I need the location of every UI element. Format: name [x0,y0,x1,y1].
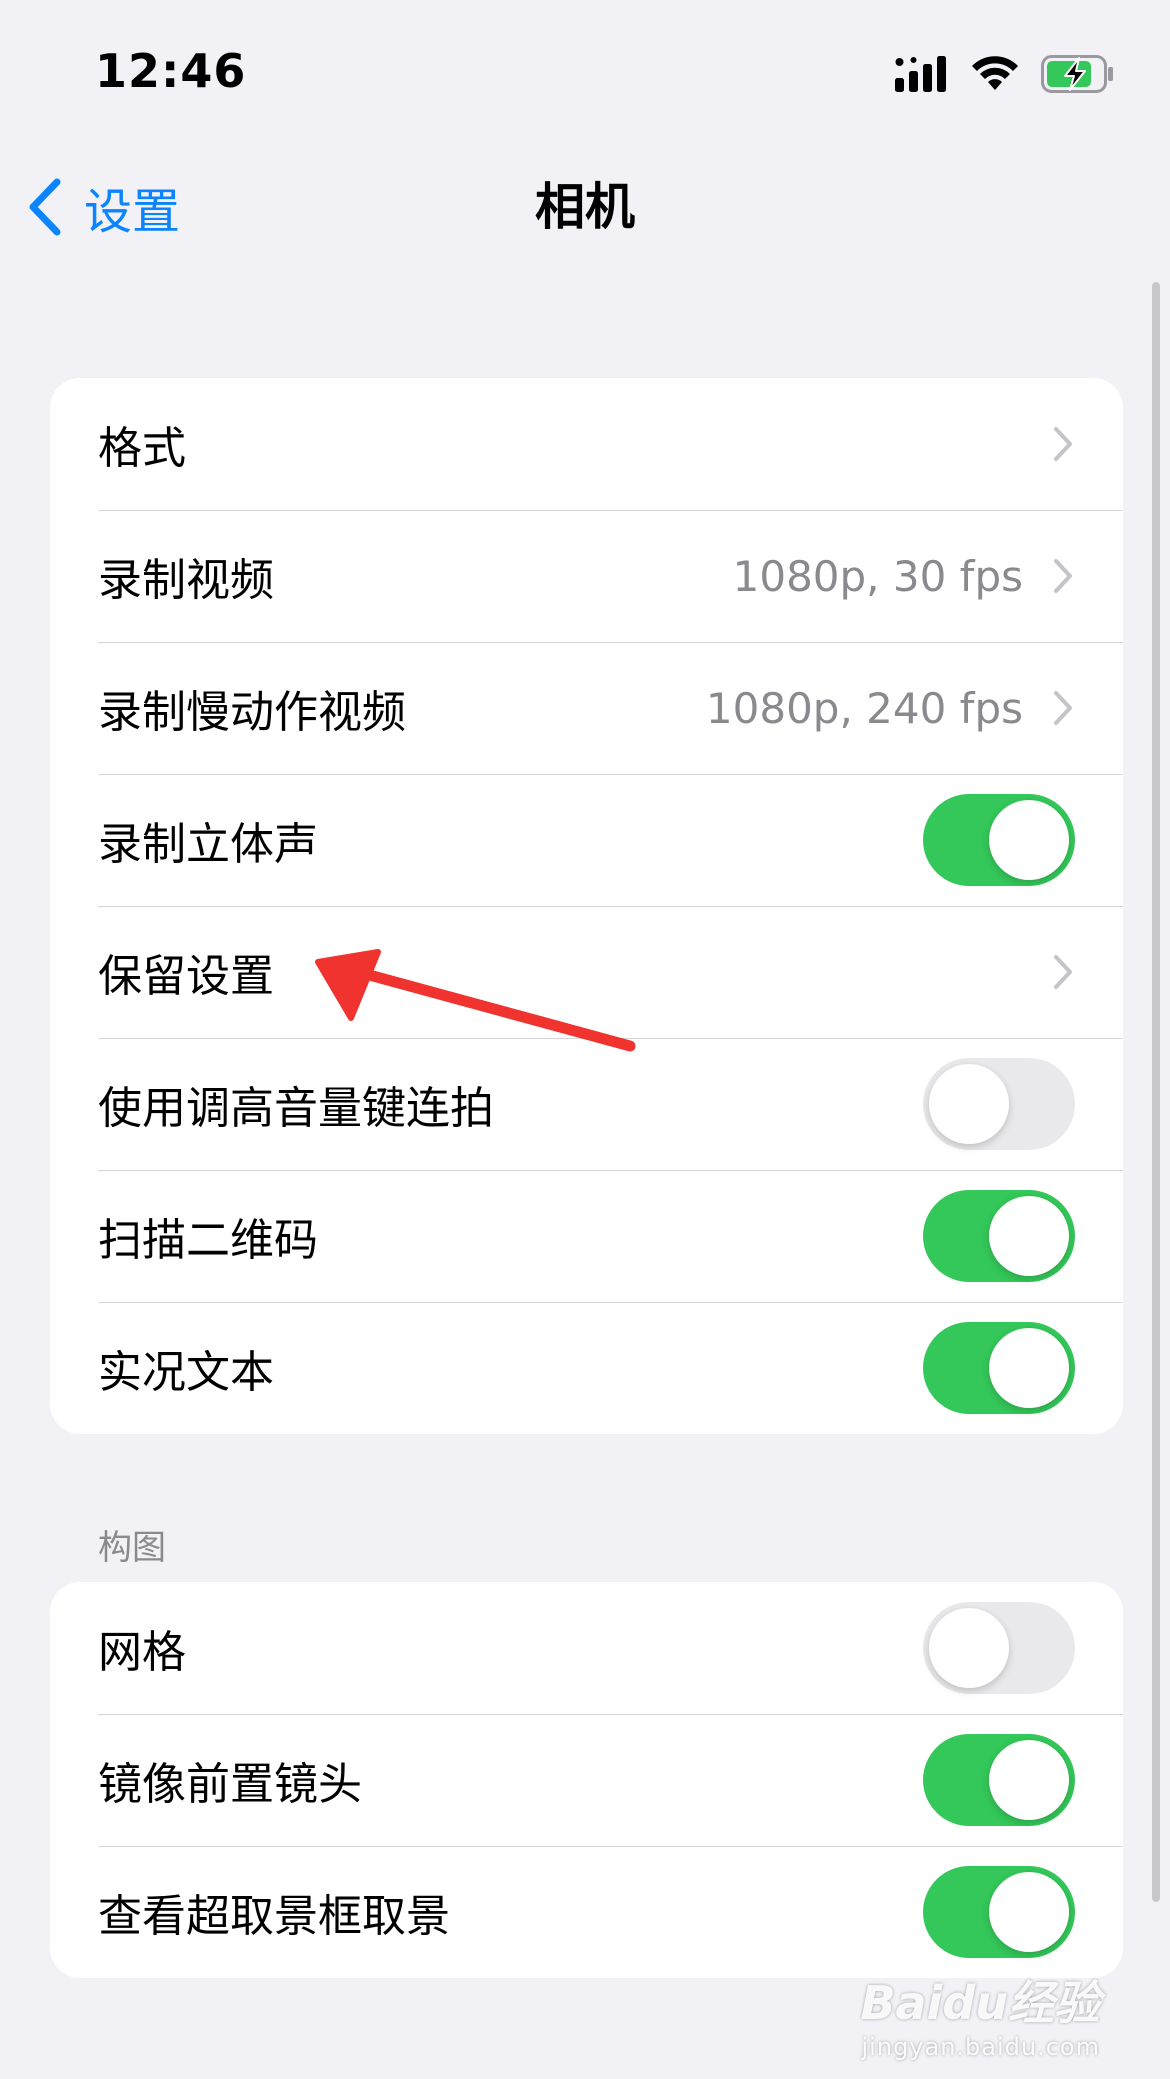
chevron-right-icon [1054,559,1072,593]
row-label: 镜像前置镜头 [98,1759,362,1810]
row-label: 录制慢动作视频 [98,687,406,738]
row-label: 保留设置 [98,951,274,1002]
toggle-knob [989,800,1069,880]
toggle-knob [929,1064,1009,1144]
row-label: 网格 [98,1627,186,1678]
chevron-right-icon [1054,955,1072,989]
mirror-front-camera-toggle[interactable] [923,1734,1075,1826]
row-view-outside-frame: 查看超取景框取景 [50,1846,1123,1978]
battery-charging-icon [1041,55,1113,93]
row-value: 1080p, 240 fps [705,683,1023,733]
row-record-video[interactable]: 录制视频 1080p, 30 fps [50,510,1123,642]
grid-toggle[interactable] [923,1602,1075,1694]
row-label: 使用调高音量键连拍 [98,1083,494,1134]
row-preserve-settings[interactable]: 保留设置 [50,906,1123,1038]
row-label: 查看超取景框取景 [98,1891,450,1942]
view-outside-frame-toggle[interactable] [923,1866,1075,1958]
toggle-knob [929,1608,1009,1688]
scan-qr-toggle[interactable] [923,1190,1075,1282]
row-label: 格式 [98,423,186,474]
row-label: 扫描二维码 [98,1215,318,1266]
row-value: 1080p, 30 fps [732,551,1023,601]
status-bar: 12:46 [0,0,1170,150]
toggle-knob [989,1740,1069,1820]
row-label: 录制立体声 [98,819,318,870]
page-title: 相机 [535,178,635,236]
live-text-toggle[interactable] [923,1322,1075,1414]
cellular-signal-icon [895,56,946,92]
chevron-right-icon [1054,427,1072,461]
row-live-text: 实况文本 [50,1302,1123,1434]
row-format[interactable]: 格式 [50,378,1123,510]
row-volume-burst: 使用调高音量键连拍 [50,1038,1123,1170]
section-header-composition: 构图 [98,1528,166,1568]
row-record-stereo: 录制立体声 [50,774,1123,906]
wifi-icon [972,56,1018,90]
navigation-bar: 设置 相机 [0,150,1170,270]
volume-burst-toggle[interactable] [923,1058,1075,1150]
status-time: 12:46 [95,44,247,98]
row-label: 实况文本 [98,1347,274,1398]
watermark: Baidu经验 jingyan.baidu.com [860,1967,1100,2061]
row-grid: 网格 [50,1582,1123,1714]
toggle-knob [989,1196,1069,1276]
toggle-knob [989,1872,1069,1952]
status-icons [895,52,1115,96]
row-mirror-front-camera: 镜像前置镜头 [50,1714,1123,1846]
chevron-right-icon [1054,691,1072,725]
scroll-indicator[interactable] [1152,282,1160,1902]
watermark-logo: Baidu经验 [860,1976,1100,2030]
row-record-slo-mo[interactable]: 录制慢动作视频 1080p, 240 fps [50,642,1123,774]
row-scan-qr: 扫描二维码 [50,1170,1123,1302]
record-stereo-toggle[interactable] [923,794,1075,886]
composition-group: 网格 镜像前置镜头 查看超取景框取景 [50,1582,1123,1978]
toggle-knob [989,1328,1069,1408]
row-label: 录制视频 [98,555,274,606]
camera-settings-group: 格式 录制视频 1080p, 30 fps 录制慢动作视频 1080p, 240… [50,378,1123,1434]
watermark-url: jingyan.baidu.com [861,2033,1100,2061]
